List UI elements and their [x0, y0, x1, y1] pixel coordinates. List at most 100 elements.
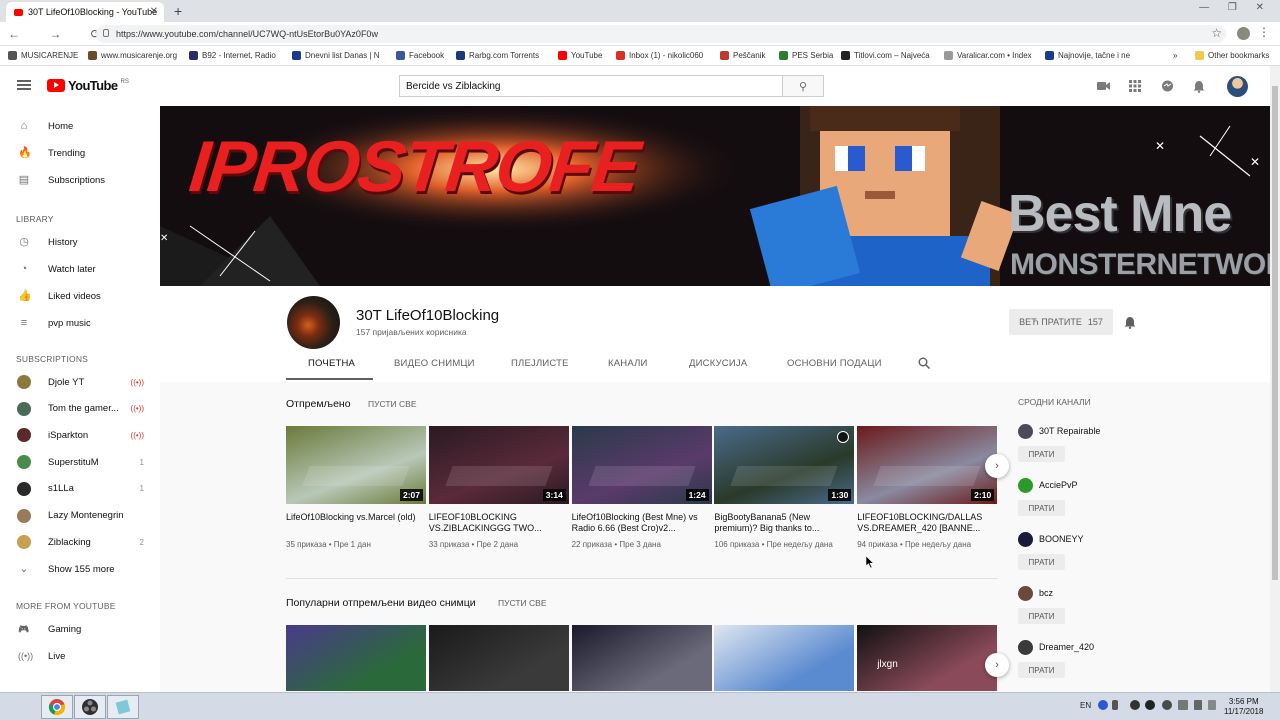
new-tab-button[interactable]: + [174, 3, 182, 19]
channel-bell-icon[interactable] [1124, 316, 1136, 332]
sidebar-more-item[interactable]: ((•)) Live [0, 643, 160, 669]
sidebar-library-item[interactable]: ≡ pvp music [0, 310, 160, 336]
bookmark-star-icon[interactable]: ☆ [1211, 26, 1222, 40]
subscription-item[interactable]: Lazy Montenegrin [0, 503, 160, 529]
window-controls[interactable]: — ❐ ✕ [1199, 2, 1272, 13]
related-channel[interactable]: 30T Repairable ПРАТИ [1018, 424, 1178, 470]
uploads-section-title[interactable]: Отпремљено [286, 398, 351, 410]
related-channel-avatar[interactable] [1018, 478, 1033, 493]
popular-video-thumbnail[interactable] [428, 625, 569, 691]
sidebar-library-item[interactable]: ◔ Watch later [0, 256, 160, 282]
video-thumbnail[interactable]: 2:10 [857, 426, 998, 504]
video-thumbnail[interactable]: 3:14 [428, 426, 569, 504]
subscription-item[interactable]: Ziblacking 2 [0, 529, 160, 555]
help-tray-icon[interactable] [1098, 700, 1108, 710]
sidebar-more-item[interactable]: 🎮 Gaming [0, 616, 160, 642]
camera-icon[interactable] [1097, 80, 1110, 94]
other-bookmarks[interactable]: Other bookmarks [1195, 51, 1269, 60]
bookmark-item[interactable]: Inbox (1) - nikolic060 [616, 51, 703, 60]
system-clock[interactable]: 3:56 PM 11/17/2018 [1224, 697, 1263, 717]
sidebar-item-home[interactable]: ⌂ Home [0, 113, 160, 139]
bookmark-item[interactable]: B92 - Internet, Radio [189, 51, 276, 60]
video-thumbnail[interactable]: 1:24 [571, 426, 712, 504]
subscribed-button[interactable]: ВЕЋ ПРАТИТЕ 157 [1009, 309, 1113, 335]
bookmark-item[interactable]: Rarbg.com Torrents [456, 51, 539, 60]
channel-tab[interactable]: ДИСКУСИЈА [689, 358, 747, 369]
channel-search-icon[interactable] [918, 357, 931, 372]
channel-tab[interactable]: КАНАЛИ [608, 358, 648, 369]
bookmark-item[interactable]: PES Serbia [779, 51, 833, 60]
subscription-item[interactable]: SuperstituM 1 [0, 449, 160, 475]
related-channel-avatar[interactable] [1018, 424, 1033, 439]
popular-video-thumbnail[interactable] [571, 625, 712, 691]
sidebar-library-item[interactable]: 👍 Liked videos [0, 283, 160, 309]
bookmark-item[interactable]: Dnevni list Danas | N [292, 51, 380, 60]
search-input[interactable]: Bercide vs Ziblacking [399, 75, 783, 97]
related-channel[interactable]: BOONEYY ПРАТИ [1018, 532, 1178, 578]
video-title[interactable]: BigBootyBanana5 (New premium)? Big thank… [714, 512, 854, 534]
url-field[interactable]: https://www.youtube.com/channel/UC7WQ-nt… [96, 25, 1226, 43]
related-channel-name[interactable]: AcciePvP [1039, 480, 1078, 490]
youtube-logo[interactable]: YouTube RS [47, 78, 129, 93]
follow-button[interactable]: ПРАТИ [1018, 608, 1065, 624]
bookmark-item[interactable]: Varalicar.com • Index [944, 51, 1032, 60]
app-tray-icon[interactable] [1145, 700, 1155, 710]
video-title[interactable]: LifeOf10Blocking (Best Mne) vs Radio 6.6… [572, 512, 712, 534]
monitor-tray-icon[interactable] [1194, 700, 1202, 710]
video-card[interactable]: 2:07 LifeOf10Blocking vs.Marcel (old) 35 п… [286, 426, 426, 566]
popular-section-title[interactable]: Популарни отпремљени видео снимци [286, 597, 476, 609]
video-card[interactable]: 2:10 LIFEOF10BLOCKING/DALLAS VS.DREAMER_4… [857, 426, 998, 566]
follow-button[interactable]: ПРАТИ [1018, 500, 1065, 516]
sidebar-item-subscriptions[interactable]: ▤ Subscriptions [0, 167, 160, 193]
apps-icon[interactable] [1129, 80, 1141, 95]
show-more-subscriptions[interactable]: ⌄ Show 155 more [0, 556, 160, 582]
account-avatar[interactable] [1227, 76, 1248, 97]
guide-menu-icon[interactable] [17, 80, 31, 90]
bookmark-item[interactable]: MUSICARENJE [8, 51, 78, 60]
related-channel[interactable]: Dreamer_420 ПРАТИ [1018, 640, 1178, 686]
subscription-item[interactable]: Tom the gamer... ((•)) [0, 396, 160, 422]
follow-button[interactable]: ПРАТИ [1018, 446, 1065, 462]
channel-tab[interactable]: ОСНОВНИ ПОДАЦИ [787, 358, 882, 369]
related-channel[interactable]: AcciePvP ПРАТИ [1018, 478, 1178, 524]
scrollbar-thumb[interactable] [1272, 86, 1278, 580]
popular-video-thumbnail[interactable]: jlxgn [857, 625, 998, 691]
app2-tray-icon[interactable] [1162, 700, 1172, 710]
messages-icon[interactable] [1161, 80, 1174, 96]
profile-avatar[interactable] [1237, 27, 1250, 40]
related-channel-name[interactable]: 30T Repairable [1039, 426, 1100, 436]
chrome-taskbar-button[interactable] [41, 695, 73, 719]
channel-tab[interactable]: ПОЧЕТНА [308, 358, 355, 369]
app-taskbar-button[interactable] [107, 695, 139, 719]
flag-tray-icon[interactable] [1208, 700, 1216, 710]
bookmark-item[interactable]: YouTube [558, 51, 602, 60]
bookmark-item[interactable]: Peščanik [720, 51, 765, 60]
volume-tray-icon[interactable] [1178, 700, 1188, 710]
related-channel[interactable]: bcz ПРАТИ [1018, 586, 1178, 632]
popular-video-thumbnail[interactable] [714, 625, 855, 691]
browser-tab[interactable]: 30T LifeOf10Blocking - YouTube ✕ [6, 2, 164, 22]
video-title[interactable]: LIFEOF10BLOCKING VS.ZIBLACKINGGG TWO... [429, 512, 569, 534]
sidebar-library-item[interactable]: ◷ History [0, 229, 160, 255]
uploads-next-arrow-icon[interactable]: › [985, 454, 1009, 478]
tab-close-icon[interactable]: ✕ [150, 6, 158, 17]
popular-next-arrow-icon[interactable]: › [985, 653, 1009, 677]
steam-tray-icon[interactable] [1130, 700, 1140, 710]
channel-tab[interactable]: ПЛЕЈЛИСТЕ [511, 358, 569, 369]
related-channel-avatar[interactable] [1018, 532, 1033, 547]
subscription-item[interactable]: s1LLa 1 [0, 476, 160, 502]
related-channel-avatar[interactable] [1018, 640, 1033, 655]
popular-video-thumbnail[interactable] [286, 625, 426, 691]
video-card[interactable]: 1:24 LifeOf10Blocking (Best Mne) vs Radio… [571, 426, 712, 566]
video-thumbnail[interactable]: 2:07 [286, 426, 426, 504]
bookmark-item[interactable]: www.musicarenje.org [88, 51, 177, 60]
bookmark-item[interactable]: Facebook [396, 51, 444, 60]
input-language[interactable]: EN [1080, 701, 1091, 710]
video-card[interactable]: 3:14 LIFEOF10BLOCKING VS.ZIBLACKINGGG TWO… [428, 426, 569, 566]
bookmarks-overflow-icon[interactable]: » [1173, 51, 1177, 60]
video-card[interactable]: 1:30 BigBootyBanana5 (New premium)? Big t… [714, 426, 855, 566]
notifications-bell-icon[interactable] [1193, 80, 1205, 96]
related-channel-name[interactable]: BOONEYY [1039, 534, 1084, 544]
browser-menu-icon[interactable]: ⋮ [1258, 25, 1270, 39]
follow-button[interactable]: ПРАТИ [1018, 554, 1065, 570]
